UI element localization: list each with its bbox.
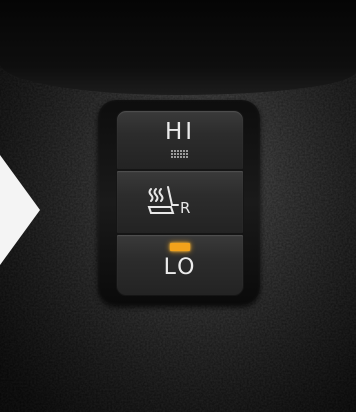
seat-side-label: R [180, 199, 191, 217]
heater-grid-icon [171, 150, 188, 158]
amber-indicator-light [170, 243, 190, 251]
hi-label: HI [164, 119, 196, 145]
upper-trim-panel [0, 0, 356, 95]
car-interior-scene: HI R LO [0, 0, 356, 412]
seat-heater-hi-button[interactable]: HI [116, 110, 244, 170]
lo-label: LO [163, 255, 197, 280]
seat-heater-lo-button[interactable]: LO [116, 234, 244, 296]
seat-heater-button-right[interactable]: R [116, 170, 244, 234]
seat-heater-icon [147, 186, 179, 214]
left-edge-highlight [0, 155, 40, 265]
